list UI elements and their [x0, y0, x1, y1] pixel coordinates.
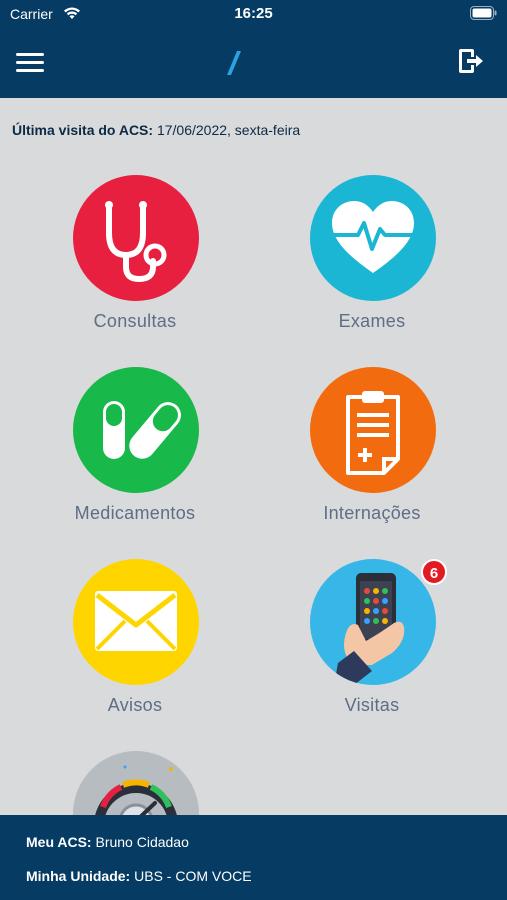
- footer-acs-row: Meu ACS: Bruno Cidadao: [26, 834, 189, 850]
- tile-label-exames: Exames: [338, 311, 406, 331]
- clock: 16:25: [234, 5, 273, 22]
- logout-icon[interactable]: [455, 46, 485, 76]
- tile-label-medicamentos: Medicamentos: [74, 503, 196, 523]
- battery-icon: [470, 6, 497, 20]
- status-bar: Carrier 16:25: [0, 0, 507, 28]
- envelope-icon: [73, 559, 199, 685]
- unit-value: UBS - COM VOCE: [134, 868, 252, 884]
- tile-medicamentos[interactable]: Medicamentos: [35, 367, 235, 547]
- last-visit-label: Última visita do ACS:: [12, 122, 154, 138]
- tile-consultas[interactable]: Consultas: [35, 175, 235, 355]
- footer-info-bar: Meu ACS: Bruno Cidadao Minha Unidade: UB…: [0, 815, 507, 900]
- clipboard-icon: [310, 367, 436, 493]
- tile-label-internacoes: Internações: [323, 503, 421, 523]
- tile-internacoes[interactable]: Internações: [272, 367, 472, 547]
- tile-exames[interactable]: Exames: [272, 175, 472, 355]
- acs-value: Bruno Cidadao: [95, 834, 189, 850]
- unit-label: Minha Unidade:: [26, 868, 131, 884]
- visitas-count-badge: 6: [421, 559, 447, 585]
- hamburger-menu-icon[interactable]: [14, 48, 48, 76]
- tile-avisos[interactable]: Avisos: [35, 559, 235, 739]
- tile-label-consultas: Consultas: [93, 311, 177, 331]
- phone-in-hand-icon: [310, 559, 436, 685]
- app-logo: [227, 51, 241, 75]
- pills-icon: [73, 367, 199, 493]
- tile-label-avisos: Avisos: [107, 695, 163, 715]
- last-visit-value: 17/06/2022, sexta-feira: [156, 122, 301, 138]
- heart-pulse-icon: [310, 175, 436, 301]
- footer-unit-row: Minha Unidade: UBS - COM VOCE: [26, 868, 252, 884]
- last-visit-info: Última visita do ACS: 17/06/2022, sexta-…: [12, 122, 300, 138]
- acs-label: Meu ACS:: [26, 834, 92, 850]
- top-nav-bar: [0, 28, 507, 98]
- tile-label-visitas: Visitas: [344, 695, 400, 715]
- tile-visitas[interactable]: 6 Visitas: [272, 559, 472, 739]
- stethoscope-icon: [73, 175, 199, 301]
